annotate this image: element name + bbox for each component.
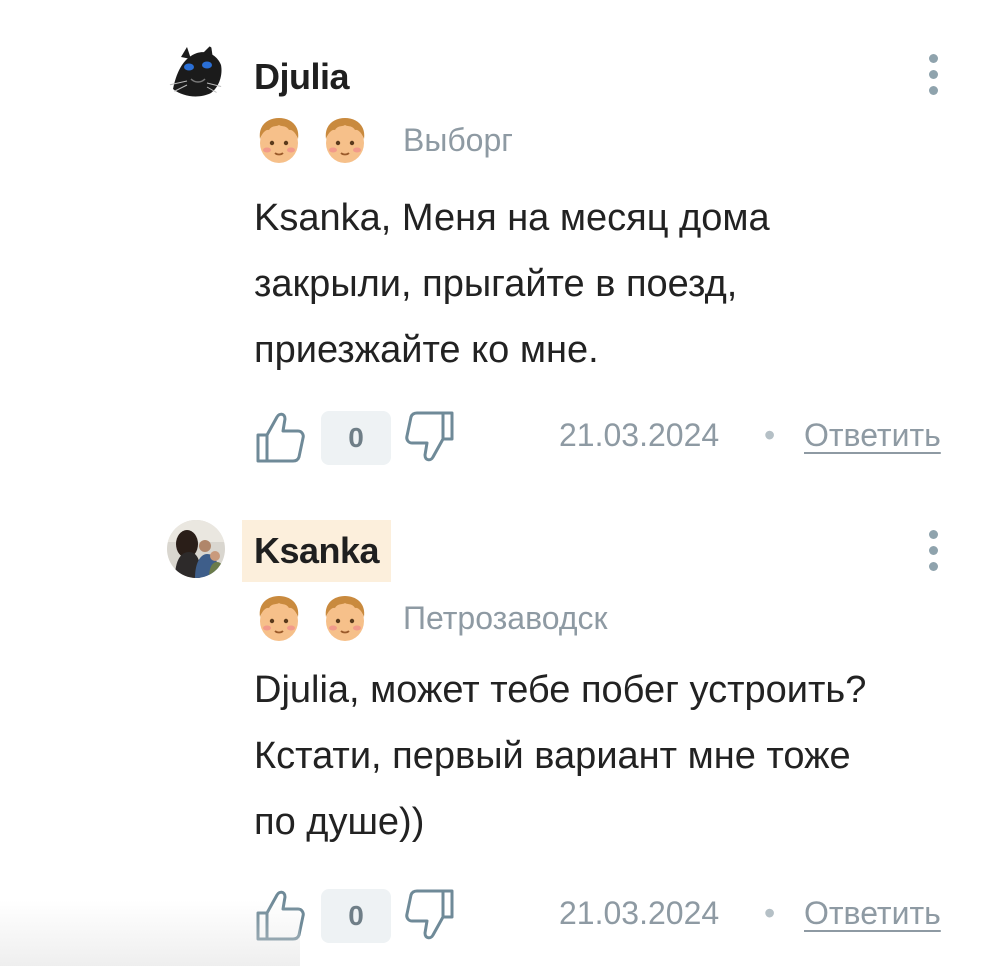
user-city: Петрозаводск — [403, 600, 608, 636]
comment-actions: 0 21.03.2024 • Ответить — [254, 885, 974, 945]
user-city: Выборг — [403, 122, 513, 158]
cat-avatar-icon — [167, 43, 225, 101]
thumbs-up-icon[interactable] — [254, 409, 306, 465]
user-badges — [256, 593, 368, 643]
avatar[interactable] — [167, 520, 225, 578]
thumbs-down-icon[interactable] — [404, 887, 456, 943]
username[interactable]: Djulia — [254, 56, 350, 98]
comment: Djulia Выборг Ksanka, Меня на месяц дома… — [0, 0, 1000, 480]
comment-date: 21.03.2024 — [559, 417, 720, 453]
comment-actions: 0 21.03.2024 • Ответить — [254, 407, 974, 467]
reply-link[interactable]: Ответить — [804, 895, 941, 932]
family-photo-avatar-icon — [167, 520, 225, 578]
separator-dot: • — [764, 417, 776, 453]
user-badges — [256, 115, 368, 165]
likes-count: 0 — [321, 889, 391, 943]
comment-date: 21.03.2024 — [559, 895, 720, 931]
face-badge-icon — [325, 118, 365, 163]
face-badge-icon — [325, 596, 365, 641]
face-badge-icon — [259, 118, 299, 163]
avatar[interactable] — [167, 43, 225, 101]
comment-text: Ksanka, Меня на месяц дома закрыли, прыг… — [254, 197, 770, 371]
comment-text: Djulia, может тебе побег устроить? Кстат… — [254, 669, 867, 843]
username[interactable]: Ksanka — [242, 520, 392, 582]
thumbs-up-icon[interactable] — [254, 887, 306, 943]
comment: Ksanka Петрозаводск Djulia, может тебе п… — [0, 480, 1000, 966]
likes-count: 0 — [321, 411, 391, 465]
reply-link[interactable]: Ответить — [804, 417, 941, 454]
face-badge-icon — [259, 596, 299, 641]
more-options-icon[interactable] — [922, 52, 944, 100]
more-options-icon[interactable] — [922, 528, 944, 576]
separator-dot: • — [764, 895, 776, 931]
thumbs-down-icon[interactable] — [404, 409, 456, 465]
